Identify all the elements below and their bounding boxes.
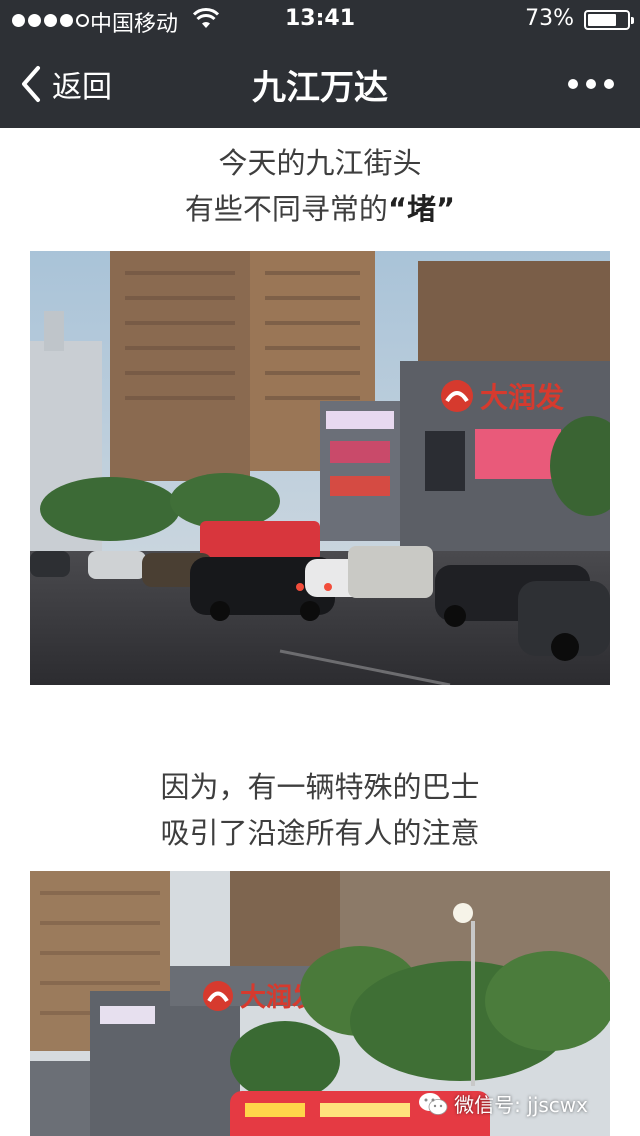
navigation-bar: 返回 九江万达 — [0, 40, 640, 128]
more-dots-icon — [568, 79, 578, 89]
store-sign-text: 大润发 — [480, 381, 564, 414]
page-title: 九江万达 — [252, 68, 388, 108]
battery-percentage: 73% — [525, 6, 574, 31]
caption-1-line-2: 有些不同寻常的“堵” — [184, 192, 456, 226]
caption-2-line-2: 吸引了沿途所有人的注意 — [160, 816, 480, 850]
street-photo-1[interactable]: 大润发 — [30, 251, 610, 685]
more-options-button[interactable] — [568, 74, 614, 94]
status-bar: 中国移动 13:41 73% — [0, 0, 640, 40]
battery-icon — [584, 10, 634, 30]
wechat-watermark: 微信号: jjscwx — [418, 1089, 588, 1118]
caption-2: 因为，有一辆特殊的巴士 吸引了沿途所有人的注意 — [0, 764, 640, 856]
caption-1-line-1: 今天的九江街头 — [218, 146, 422, 180]
watermark-text: 微信号: jjscwx — [454, 1093, 588, 1117]
caption-emphasis: “堵” — [387, 192, 456, 226]
street-photo-2[interactable]: 大润发 微信号: jjscwx — [30, 871, 610, 1136]
wechat-icon — [419, 1092, 448, 1115]
caption-2-line-1: 因为，有一辆特殊的巴士 — [160, 770, 480, 804]
article-content: 今天的九江街头 有些不同寻常的“堵” 大润发 因为，有一辆特殊的巴士 吸引了沿途… — [0, 128, 640, 1136]
caption-1: 今天的九江街头 有些不同寻常的“堵” — [0, 140, 640, 232]
top-bar: 中国移动 13:41 73% 返回 九江万达 — [0, 0, 640, 128]
